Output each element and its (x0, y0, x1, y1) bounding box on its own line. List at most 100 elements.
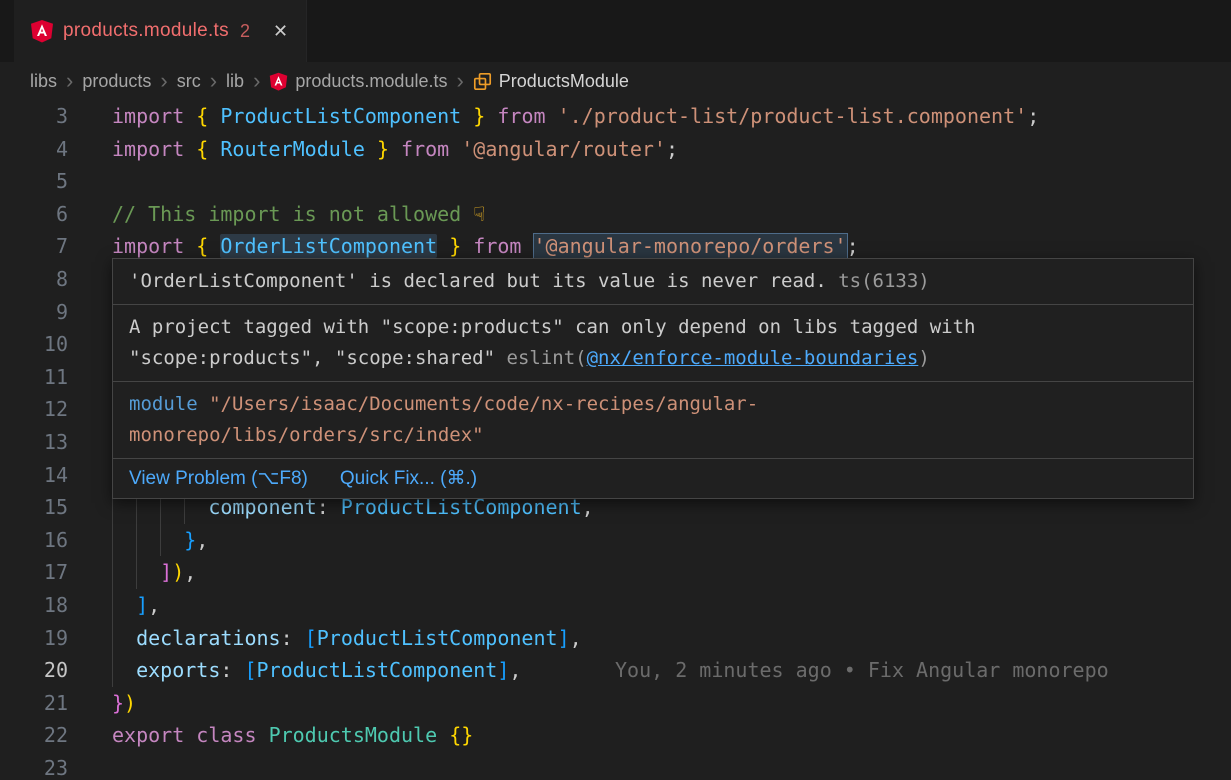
eslint-diagnostic: A project tagged with "scope:products" c… (113, 304, 1193, 381)
close-icon[interactable]: ✕ (273, 21, 288, 42)
code-line[interactable]: 3import { ProductListComponent } from '.… (0, 100, 1231, 133)
code-token: // This import is not allowed (112, 202, 473, 226)
line-number[interactable]: 15 (0, 491, 80, 524)
line-number[interactable]: 16 (0, 524, 80, 557)
code-token: from (497, 104, 545, 128)
line-number[interactable]: 11 (0, 361, 80, 394)
code-token: ] (497, 658, 509, 682)
line-number[interactable]: 21 (0, 687, 80, 720)
code-token (208, 137, 220, 161)
code-token: from (473, 234, 521, 258)
chevron-right-icon: › (66, 70, 73, 92)
hover-text: "scope:products", "scope:shared" (129, 347, 507, 369)
code-text: export class ProductsModule {} (112, 719, 473, 752)
vscode-window: products.module.ts 2 ✕ libs › products ›… (0, 0, 1231, 780)
code-line[interactable]: 6 // This import is not allowed ☟ (0, 198, 1231, 231)
code-text: // This import is not allowed ☟ (112, 198, 485, 231)
code-token: } (377, 137, 389, 161)
line-number[interactable]: 7 (0, 230, 80, 263)
code-text: exports: [ProductListComponent],You, 2 m… (112, 654, 521, 687)
code-token: ] (136, 593, 148, 617)
code-token: } (473, 104, 485, 128)
tab-products-module[interactable]: products.module.ts 2 ✕ (14, 0, 307, 62)
code-line[interactable]: 5 (0, 165, 1231, 198)
hover-line: "scope:products", "scope:shared" eslint(… (129, 343, 1177, 374)
code-line[interactable]: 18 ], (0, 589, 1231, 622)
line-number[interactable]: 18 (0, 589, 80, 622)
code-line[interactable]: 23 (0, 752, 1231, 780)
line-number[interactable]: 17 (0, 556, 80, 589)
code-text: }) (112, 687, 136, 720)
breadcrumb-item-src[interactable]: src (177, 71, 201, 92)
code-token (389, 137, 401, 161)
code-token: OrderListComponent (220, 234, 437, 258)
code-token: { (196, 137, 208, 161)
breadcrumb-label: products (82, 71, 151, 92)
code-line[interactable]: 17 ]), (0, 556, 1231, 589)
code-token (208, 234, 220, 258)
code-token: '@angular-monorepo/orders' (534, 234, 847, 258)
breadcrumb-item-lib[interactable]: lib (226, 71, 244, 92)
quick-fix-action[interactable]: Quick Fix... (⌘.) (340, 467, 477, 490)
line-number[interactable]: 12 (0, 393, 80, 426)
line-number[interactable]: 4 (0, 133, 80, 166)
hover-text: A project tagged with "scope:products" c… (129, 316, 975, 338)
code-token: : (220, 658, 232, 682)
code-token (208, 104, 220, 128)
line-number[interactable]: 6 (0, 198, 80, 231)
hover-text: "/Users/isaac/Documents/code/nx-recipes/… (209, 393, 758, 415)
code-line[interactable]: 4import { RouterModule } from '@angular/… (0, 133, 1231, 166)
class-symbol-icon (473, 72, 492, 91)
breadcrumb-item-file[interactable]: products.module.ts (269, 71, 447, 92)
code-line[interactable]: 16 }, (0, 524, 1231, 557)
line-number[interactable]: 14 (0, 459, 80, 492)
code-token (112, 528, 184, 552)
angular-file-icon (269, 72, 288, 91)
code-token (365, 137, 377, 161)
line-number[interactable]: 23 (0, 752, 80, 780)
code-line[interactable]: 20 exports: [ProductListComponent],You, … (0, 654, 1231, 687)
line-number[interactable]: 13 (0, 426, 80, 459)
line-number[interactable]: 10 (0, 328, 80, 361)
breadcrumb-item-libs[interactable]: libs (30, 71, 57, 92)
code-token: [ (305, 626, 317, 650)
code-token: '@angular/router' (461, 137, 666, 161)
indent-guide (112, 524, 113, 557)
line-number[interactable]: 9 (0, 296, 80, 329)
hover-text: 'OrderListComponent' is declared but its… (129, 270, 827, 292)
code-line[interactable]: 22 export class ProductsModule {} (0, 719, 1231, 752)
code-token: ; (847, 234, 859, 258)
view-problem-action[interactable]: View Problem (⌥F8) (129, 467, 308, 490)
line-number[interactable]: 3 (0, 100, 80, 133)
code-token: [ (244, 658, 256, 682)
code-token (184, 104, 196, 128)
hover-line: module "/Users/isaac/Documents/code/nx-r… (129, 389, 1177, 420)
hover-text: eslint( (507, 347, 587, 369)
diagnostic-rule-link[interactable]: @nx/enforce-module-boundaries (587, 347, 919, 369)
code-token: declarations (136, 626, 281, 650)
breadcrumb-label: lib (226, 71, 244, 92)
code-token: './product-list/product-list.component' (558, 104, 1028, 128)
chevron-right-icon: › (210, 70, 217, 92)
code-token (257, 723, 269, 747)
breadcrumb-item-symbol[interactable]: ProductsModule (473, 71, 629, 92)
code-line[interactable]: 21}) (0, 687, 1231, 720)
hover-body: 'OrderListComponent' is declared but its… (113, 259, 1193, 458)
code-token (449, 137, 461, 161)
code-token: ProductListComponent (257, 658, 498, 682)
code-text: }, (112, 524, 208, 557)
breadcrumb-item-products[interactable]: products (82, 71, 151, 92)
code-token (112, 593, 136, 617)
code-line[interactable]: 19 declarations: [ProductListComponent], (0, 622, 1231, 655)
code-token: ] (558, 626, 570, 650)
line-number[interactable]: 5 (0, 165, 80, 198)
code-token: RouterModule (220, 137, 365, 161)
code-token: , (196, 528, 208, 552)
code-token: ProductListComponent (317, 626, 558, 650)
line-number[interactable]: 8 (0, 263, 80, 296)
line-number[interactable]: 22 (0, 719, 80, 752)
code-token: : (281, 626, 293, 650)
code-editor[interactable]: 3import { ProductListComponent } from '.… (0, 100, 1231, 780)
line-number[interactable]: 20 (0, 654, 80, 687)
line-number[interactable]: 19 (0, 622, 80, 655)
